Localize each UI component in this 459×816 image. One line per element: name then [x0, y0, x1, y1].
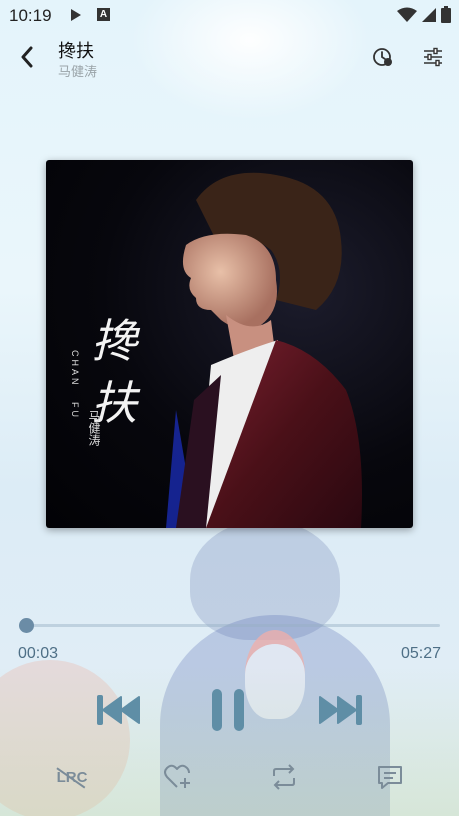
a-icon: A [97, 8, 110, 21]
player-header: 搀扶 马健涛 [0, 32, 459, 82]
status-time: 10:19 [9, 6, 52, 25]
total-time: 05:27 [400, 645, 441, 662]
play-icon [71, 9, 81, 21]
current-time: 00:03 [18, 645, 59, 662]
equalizer-icon [424, 47, 442, 67]
timer-button[interactable] [370, 44, 396, 70]
wifi-icon [397, 7, 417, 22]
lyrics-toggle-button[interactable]: LRC [56, 762, 88, 792]
back-button[interactable] [12, 42, 42, 72]
favorite-add-icon [164, 764, 190, 788]
next-button[interactable] [318, 690, 364, 730]
timer-icon [373, 48, 392, 66]
lyrics-off-icon: LRC [56, 768, 88, 786]
favorite-button[interactable] [163, 762, 195, 792]
equalizer-button[interactable] [420, 44, 446, 70]
previous-icon [97, 695, 140, 725]
battery-icon [441, 6, 451, 23]
pause-icon [212, 689, 244, 731]
status-bar: 10:19 A [0, 0, 459, 32]
album-pinyin-chan: CHAN [70, 350, 80, 388]
signal-icon [422, 7, 436, 22]
album-pinyin-fu: FU [70, 402, 80, 420]
song-title: 搀扶 [58, 41, 94, 61]
album-art[interactable]: CHAN FU 搀扶 马健涛 [46, 160, 413, 528]
repeat-icon [273, 764, 295, 790]
song-artist: 马健涛 [58, 64, 98, 79]
progress-thumb[interactable] [19, 618, 35, 633]
progress-slider[interactable] [19, 618, 440, 633]
next-icon [319, 695, 362, 725]
previous-button[interactable] [95, 690, 141, 730]
pause-button[interactable] [205, 686, 251, 734]
repeat-button[interactable] [268, 762, 300, 792]
back-icon [21, 46, 33, 68]
comment-icon [378, 766, 402, 789]
album-artist-text: 马健涛 [87, 410, 101, 446]
comment-button[interactable] [374, 762, 406, 792]
